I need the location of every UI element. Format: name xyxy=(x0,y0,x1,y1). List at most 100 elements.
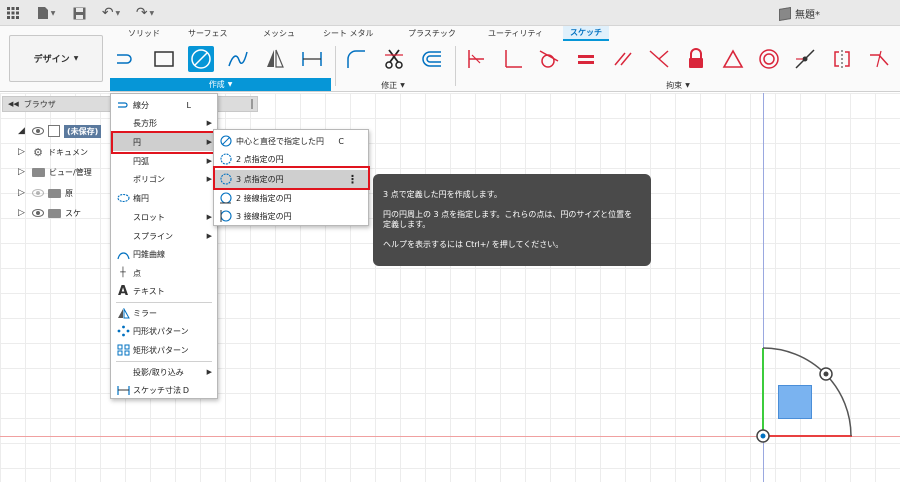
document-title: 無題* xyxy=(779,6,820,21)
symmetry-triangle-icon[interactable] xyxy=(720,46,746,72)
tab-sketch[interactable]: スケッチ xyxy=(563,26,609,41)
browser-item-root[interactable]: ◢ (未保存) xyxy=(18,123,102,139)
browser-item-sketches[interactable]: ▷ スケ xyxy=(18,205,81,221)
panel-grip-icon[interactable] xyxy=(251,99,253,109)
submenu-arrow-icon: ▶ xyxy=(206,213,212,221)
browser-item-named-views[interactable]: ▷ ビュー/管理 xyxy=(18,164,92,180)
tab-surface[interactable]: サーフェス xyxy=(188,28,228,39)
menu-item-2-point-circle[interactable]: 2 点指定の円 xyxy=(214,150,368,168)
rectangular-pattern-icon xyxy=(116,344,130,356)
tab-plastic[interactable]: プラスチック xyxy=(408,28,456,39)
expand-arrow-icon[interactable]: ▷ xyxy=(18,188,28,198)
symmetric-constraint-icon[interactable] xyxy=(829,46,855,72)
tangent-constraint-icon[interactable] xyxy=(536,46,562,72)
curvature-constraint-icon[interactable] xyxy=(866,46,892,72)
midpoint-constraint-icon[interactable] xyxy=(646,46,672,72)
submenu-arrow-icon: ▶ xyxy=(206,368,212,376)
equal-constraint-icon[interactable] xyxy=(573,46,599,72)
conic-curve-icon xyxy=(116,249,130,260)
perpendicular-constraint-icon[interactable] xyxy=(500,46,526,72)
menu-item-point[interactable]: ┼ 点 xyxy=(111,264,217,282)
top-bar: ▼ ↶ ▼ ↷ ▼ 無題* xyxy=(0,0,900,26)
coincident-constraint-icon[interactable] xyxy=(463,46,489,72)
sketch-dimension-icon xyxy=(116,385,130,396)
menu-item-circular-pattern[interactable]: 円形状パターン xyxy=(111,322,217,340)
apps-grid-icon[interactable] xyxy=(4,3,22,23)
folder-icon xyxy=(48,188,61,198)
menu-item-ellipse[interactable]: 楕円 xyxy=(111,189,217,207)
undo-icon[interactable]: ↶ ▼ xyxy=(98,3,124,23)
create-dropdown-menu: 線分 L 長方形 ▶ 円 ▶ 円弧 ▶ ポリゴン ▶ 楕円 スロット ▶ スプラ… xyxy=(110,93,218,399)
menu-separator xyxy=(116,302,212,303)
mirror-tool-icon[interactable] xyxy=(262,46,288,72)
submenu-arrow-icon: ▶ xyxy=(206,157,212,165)
trim-scissors-icon[interactable] xyxy=(381,46,407,72)
menu-item-text[interactable]: A テキスト xyxy=(111,282,217,300)
save-icon[interactable] xyxy=(70,3,88,23)
submenu-arrow-icon: ▶ xyxy=(206,119,212,127)
submenu-arrow-icon: ▶ xyxy=(206,175,212,183)
concentric-constraint-icon[interactable] xyxy=(756,46,782,72)
menu-item-project-include[interactable]: 投影/取り込み ▶ xyxy=(111,363,217,381)
mirror-icon xyxy=(116,307,130,319)
visibility-eye-icon[interactable] xyxy=(32,127,44,135)
tab-solid[interactable]: ソリッド xyxy=(128,28,160,39)
submenu-arrow-icon: ▶ xyxy=(206,138,212,146)
tab-utilities[interactable]: ユーティリティ xyxy=(488,28,543,39)
menu-item-center-diameter-circle[interactable]: 中心と直径で指定した円 C xyxy=(214,132,368,150)
visibility-eye-icon[interactable] xyxy=(32,189,44,197)
fix-lock-icon[interactable] xyxy=(683,46,709,72)
menu-item-sketch-dimension[interactable]: スケッチ寸法 D xyxy=(111,381,217,399)
expand-triangle-icon[interactable]: ◢ xyxy=(18,126,28,136)
sketch-arc-graphic xyxy=(756,347,852,443)
parallel-constraint-icon[interactable] xyxy=(610,46,636,72)
browser-item-origin[interactable]: ▷ 原 xyxy=(18,185,73,201)
document-icon xyxy=(48,125,60,137)
workspace-tabs: ソリッド サーフェス メッシュ シート メタル プラスチック ユーティリティ ス… xyxy=(0,26,900,42)
origin-plane-square[interactable] xyxy=(778,385,812,419)
design-workspace-button[interactable]: デザイン ▼ xyxy=(9,35,103,82)
ellipse-icon xyxy=(116,193,130,203)
modify-group-label[interactable]: 修正 ▼ xyxy=(370,79,416,91)
expand-arrow-icon[interactable]: ▷ xyxy=(18,167,28,177)
menu-item-spline[interactable]: スプライン ▶ xyxy=(111,227,217,245)
menu-item-3-point-circle[interactable]: 3 点指定の円 ⋮ xyxy=(214,170,368,188)
circle-tool-icon[interactable] xyxy=(188,46,214,72)
text-a-icon: A xyxy=(117,283,129,299)
menu-item-mirror[interactable]: ミラー xyxy=(111,304,217,322)
menu-item-slot[interactable]: スロット ▶ xyxy=(111,208,217,226)
expand-arrow-icon[interactable]: ▷ xyxy=(18,147,28,157)
more-options-icon[interactable]: ⋮ xyxy=(347,173,358,186)
constraints-group-label[interactable]: 拘束 ▼ xyxy=(655,79,701,91)
tab-sheet-metal[interactable]: シート メタル xyxy=(323,28,374,39)
create-group-label[interactable]: 作成 ▼ xyxy=(110,78,331,91)
collinear-constraint-icon[interactable] xyxy=(792,46,818,72)
menu-item-rectangular-pattern[interactable]: 矩形状パターン xyxy=(111,341,217,359)
submenu-arrow-icon: ▶ xyxy=(206,232,212,240)
redo-icon[interactable]: ↷ ▼ xyxy=(132,3,158,23)
tab-mesh[interactable]: メッシュ xyxy=(263,28,295,39)
menu-item-polygon[interactable]: ポリゴン ▶ xyxy=(111,170,217,188)
collapse-double-arrow-icon[interactable]: ◀◀ xyxy=(8,100,19,108)
browser-item-document-settings[interactable]: ▷ ⚙ ドキュメン xyxy=(18,144,88,160)
menu-item-line[interactable]: 線分 L xyxy=(111,96,217,114)
file-menu-icon[interactable]: ▼ xyxy=(33,3,59,23)
menu-item-arc[interactable]: 円弧 ▶ xyxy=(111,152,217,170)
visibility-eye-icon[interactable] xyxy=(32,209,44,217)
menu-item-circle[interactable]: 円 ▶ xyxy=(111,133,217,151)
spline-tool-icon[interactable] xyxy=(225,46,251,72)
sketch-dimension-tool-icon[interactable] xyxy=(299,46,325,72)
expand-arrow-icon[interactable]: ▷ xyxy=(18,208,28,218)
fillet-tool-icon[interactable] xyxy=(343,46,369,72)
line-tool-icon[interactable] xyxy=(113,46,139,72)
offset-tool-icon[interactable] xyxy=(419,46,445,72)
rectangle-tool-icon[interactable] xyxy=(151,46,177,72)
menu-item-2-tangent-circle[interactable]: 2 接線指定の円 xyxy=(214,189,368,207)
tooltip-help: ヘルプを表示するには Ctrl+/ を押してください。 xyxy=(383,240,564,249)
circle-submenu: 中心と直径で指定した円 C 2 点指定の円 3 点指定の円 ⋮ 2 接線指定の円… xyxy=(213,129,369,226)
menu-item-3-tangent-circle[interactable]: 3 接線指定の円 xyxy=(214,207,368,225)
menu-item-rectangle[interactable]: 長方形 ▶ xyxy=(111,114,217,132)
3-tangent-circle-icon xyxy=(219,210,233,222)
3-point-circle-icon xyxy=(219,173,233,185)
menu-item-conic-curve[interactable]: 円錐曲線 xyxy=(111,245,217,263)
